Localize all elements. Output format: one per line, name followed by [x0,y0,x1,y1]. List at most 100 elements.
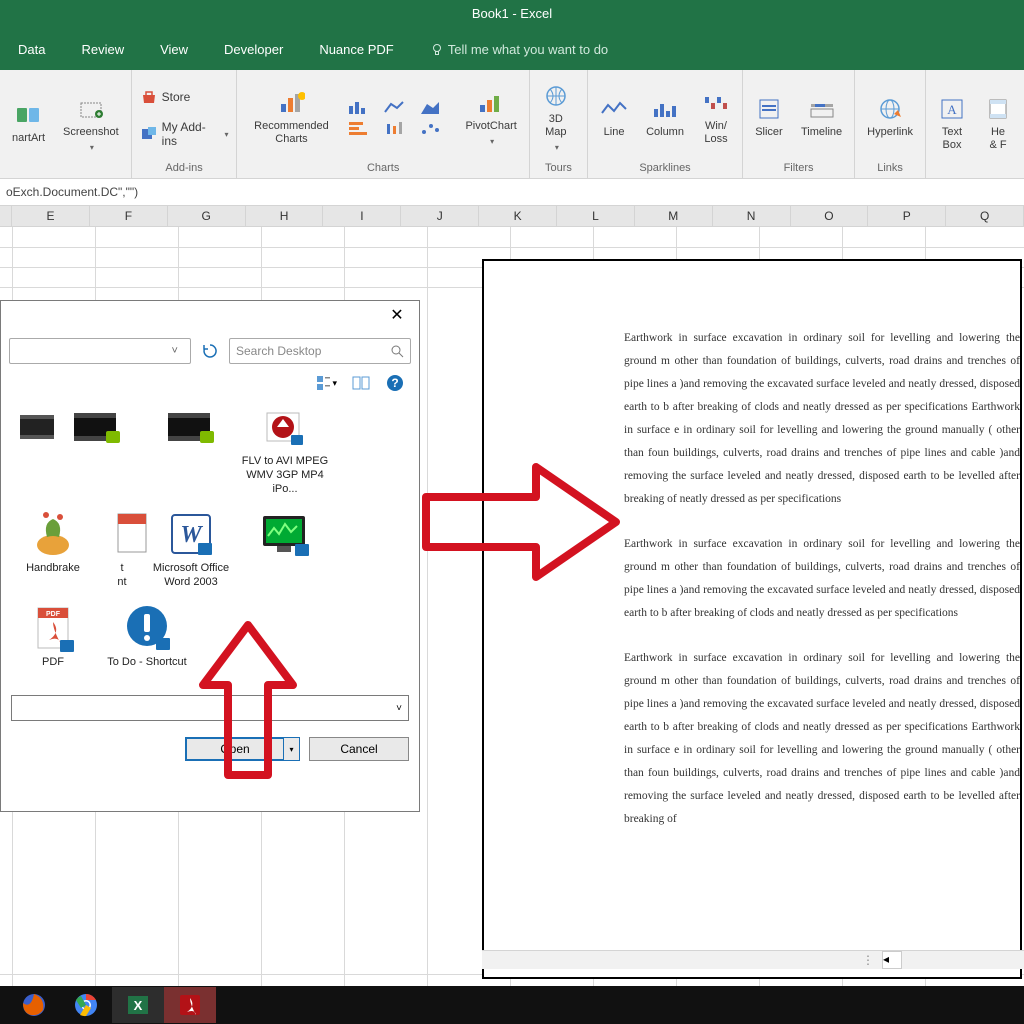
sparkline-line-button[interactable]: Line [596,94,632,141]
addins-group-label: Add-ins [140,162,229,176]
file-list: FLV to AVI MPEG WMV 3GP MP4 iPo... Handb… [1,397,419,689]
task-firefox[interactable] [8,987,60,1023]
col-h[interactable]: H [246,206,324,226]
file-monitor[interactable] [241,510,329,590]
map-icon [542,83,570,109]
col-g[interactable]: G [168,206,246,226]
tab-developer[interactable]: Developer [224,42,283,57]
chart-area-icon[interactable] [419,98,451,116]
file-pdf[interactable]: PDF PDF [9,604,97,670]
col-f[interactable]: F [90,206,168,226]
formula-bar[interactable]: oExch.Document.DC","") [0,179,1024,206]
task-excel[interactable]: X [112,987,164,1023]
col-k[interactable]: K [479,206,557,226]
file-video-3[interactable] [147,403,235,496]
hyperlink-icon [876,96,904,122]
scroll-dots-icon: ⋮ [862,953,876,967]
smartart-button[interactable]: nartArt [8,100,49,147]
file-flv-converter[interactable]: FLV to AVI MPEG WMV 3GP MP4 iPo... [241,403,329,496]
hyperlink-button[interactable]: Hyperlink [863,94,917,141]
svg-text:X: X [134,998,143,1013]
chart-bar-icon[interactable] [347,98,379,116]
search-input[interactable]: Search Desktop [229,338,411,364]
spark-col-icon [651,96,679,122]
help-icon[interactable]: ? [385,373,405,393]
svg-text:PDF: PDF [46,611,61,618]
sparkline-column-button[interactable]: Column [642,94,688,141]
file-todo-shortcut[interactable]: To Do - Shortcut [103,604,191,670]
formula-text: oExch.Document.DC","") [6,185,138,199]
embedded-pdf-object[interactable]: Earthwork in surface excavation in ordin… [482,259,1022,979]
col-o[interactable]: O [791,206,869,226]
chart-scatter-icon[interactable] [419,120,451,138]
store-icon [140,88,158,106]
close-icon[interactable]: ✕ [381,305,413,329]
slicer-icon [755,96,783,122]
header-footer-icon [984,96,1012,122]
timeline-icon [808,96,836,122]
address-combo[interactable]: ˅ [9,338,191,364]
doc-para-1: Earthwork in surface excavation in ordin… [624,327,1020,511]
tab-review[interactable]: Review [81,42,124,57]
cancel-button[interactable]: Cancel [309,737,409,761]
scroll-left-button[interactable]: ◂ [882,951,902,969]
task-chrome[interactable] [60,987,112,1023]
tab-data[interactable]: Data [18,42,45,57]
pivotchart-button[interactable]: PivotChart▾ [461,88,520,149]
pivotchart-icon [477,90,505,116]
filename-combo[interactable]: ˅ [11,695,409,721]
spark-line-icon [600,96,628,122]
sparklines-group-label: Sparklines [596,162,734,176]
open-dropdown[interactable]: ▾ [283,737,300,761]
column-headers: E F G H I J K L M N O P Q [0,206,1024,227]
file-video-1[interactable] [9,403,47,496]
file-video-2[interactable] [53,403,141,496]
tell-me-box[interactable]: Tell me what you want to do [430,42,608,57]
file-pdf-left[interactable]: t nt [103,510,141,590]
task-acrobat[interactable] [164,987,216,1023]
col-j[interactable]: J [401,206,479,226]
tab-nuance-pdf[interactable]: Nuance PDF [319,42,393,57]
col-n[interactable]: N [713,206,791,226]
svg-text:A: A [947,102,957,117]
store-button[interactable]: Store [140,86,191,108]
col-m[interactable]: M [635,206,713,226]
col-p[interactable]: P [868,206,946,226]
sparkline-winloss-button[interactable]: Win/ Loss [698,88,734,148]
col-q[interactable]: Q [946,206,1024,226]
horizontal-scrollbar[interactable]: ⋮ ◂ [482,950,1024,969]
col-i[interactable]: I [323,206,401,226]
search-placeholder: Search Desktop [236,344,390,358]
col-l[interactable]: L [557,206,635,226]
open-button[interactable]: Open ▾ [185,737,285,761]
doc-para-3: Earthwork in surface excavation in ordin… [624,647,1020,831]
tab-view[interactable]: View [160,42,188,57]
ribbon-tabs: Data Review View Developer Nuance PDF Te… [0,28,1024,70]
app-title: Book1 - Excel [472,6,552,21]
filters-group-label: Filters [751,162,846,176]
file-handbrake[interactable]: Handbrake [9,510,97,590]
ribbon: nartArt Screenshot▾ Store My Add-ins▾ Ad… [0,70,1024,179]
bulb-icon [430,43,442,55]
recommended-charts-button[interactable]: Recommended Charts [245,88,337,148]
chart-hbar-icon[interactable] [347,120,379,138]
charts-group-label: Charts [245,162,520,176]
chart-line-icon[interactable] [383,98,415,116]
file-word-2003[interactable]: W Microsoft Office Word 2003 [147,510,235,590]
timeline-button[interactable]: Timeline [797,94,846,141]
rec-charts-icon [277,90,305,116]
3dmap-button[interactable]: 3D Map▾ [538,81,574,155]
tell-me-text: Tell me what you want to do [448,42,608,57]
chart-stock-icon[interactable] [383,120,415,138]
titlebar: Book1 - Excel [0,0,1024,28]
textbox-button[interactable]: A Text Box [934,94,970,154]
addins-icon [140,125,158,143]
header-footer-button[interactable]: He & F [980,94,1016,154]
refresh-icon[interactable] [199,340,221,362]
slicer-button[interactable]: Slicer [751,94,787,141]
organize-icon[interactable]: ▾ [317,373,337,393]
view-icon[interactable] [351,373,371,393]
my-addins-button[interactable]: My Add-ins▾ [140,118,229,150]
col-e[interactable]: E [12,206,90,226]
screenshot-button[interactable]: Screenshot▾ [59,94,123,155]
